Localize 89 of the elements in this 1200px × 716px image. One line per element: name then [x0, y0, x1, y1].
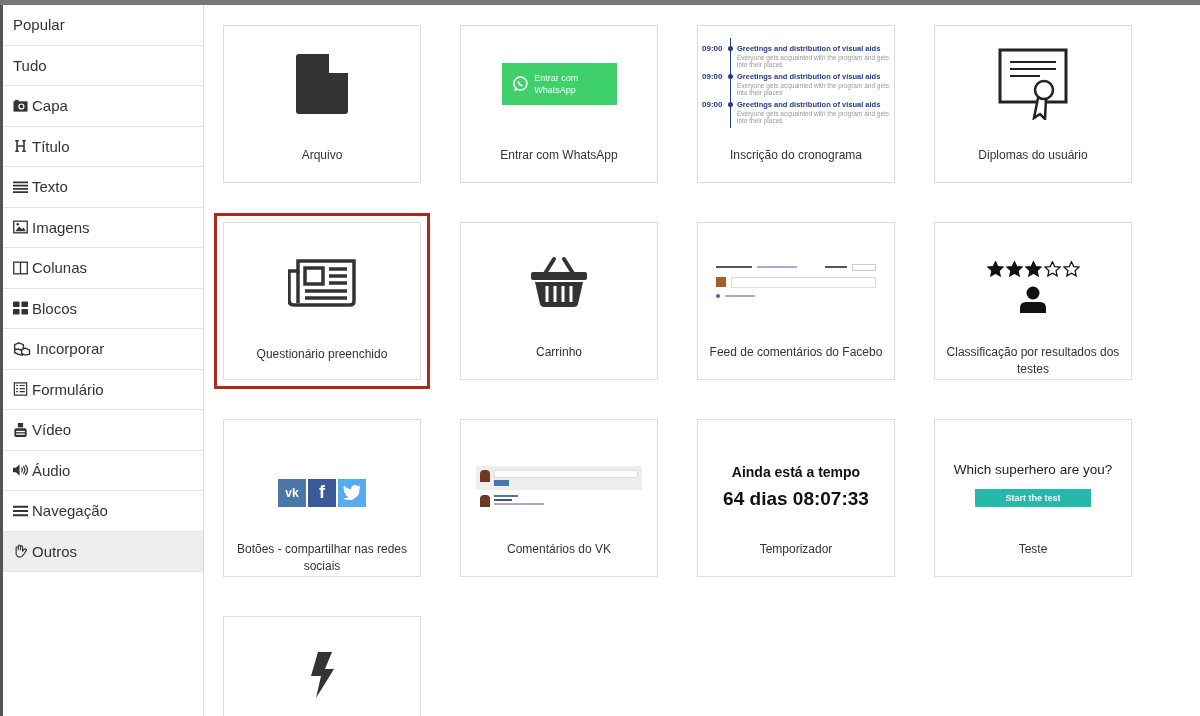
tile-label: Teste [1017, 541, 1049, 558]
sidebar-item-label: Blocos [32, 299, 78, 317]
filled-star-icon [1005, 260, 1023, 277]
columns-icon [13, 260, 28, 275]
sidebar-item[interactable]: Título [3, 126, 203, 167]
tile-label: Comentários do VK [505, 541, 613, 558]
sidebar-item-label: Capa [32, 97, 68, 115]
filled-star-icon [1024, 260, 1042, 277]
tile-label: Inscrição do cronograma [728, 147, 864, 164]
timeline-time: 09:00 [702, 99, 724, 109]
cubes-icon [13, 341, 32, 356]
sidebar-item[interactable]: Navegação [3, 491, 203, 532]
filled-star-icon [986, 260, 1004, 277]
sidebar-item[interactable]: Tudo [3, 45, 203, 86]
quiz-question: Which superhero are you? [953, 462, 1113, 477]
sidebar-item-label: Texto [32, 178, 68, 196]
start-test-button: Start the test [975, 489, 1091, 507]
sidebar-item[interactable]: Blocos [3, 288, 203, 329]
timeline-dot [728, 73, 733, 79]
block-tile[interactable]: Diplomas do usuário [934, 25, 1132, 183]
timeline-time: 09:00 [702, 43, 724, 53]
block-tile[interactable]: Carrinho [460, 222, 658, 380]
sidebar-item-label: Outros [32, 542, 77, 560]
sidebar-item[interactable]: Capa [3, 86, 203, 127]
file-icon [296, 53, 348, 114]
tile-label: Feed de comentários do Facebo [708, 344, 884, 361]
timeline-dot [728, 45, 733, 51]
menu-icon [13, 503, 28, 518]
tile-label: Carrinho [535, 344, 583, 361]
sidebar-item[interactable]: Áudio [3, 450, 203, 491]
block-tile[interactable]: Which superhero are you? Start the test Teste [934, 419, 1132, 577]
newspaper-icon [288, 258, 356, 307]
sidebar-item-label: Popular [13, 16, 65, 34]
sidebar-item[interactable]: Incorporar [3, 329, 203, 370]
block-tile[interactable]: Comentários do VK [460, 419, 658, 577]
share-button: vk [278, 478, 306, 507]
tile-label: Temporizador [758, 541, 834, 558]
diploma-icon [998, 47, 1068, 120]
countdown: 64 dias 08:07:33 [723, 487, 869, 510]
bird-icon [343, 485, 361, 500]
block-tile[interactable]: vk f Botões - compartilhar nas redes sociais [223, 419, 421, 577]
block-tile[interactable]: Entrar com WhatsApp Entrar com WhatsApp [460, 25, 658, 183]
image-icon [13, 220, 28, 235]
sidebar-item[interactable]: Popular [3, 5, 203, 46]
sidebar-item-label: Colunas [32, 259, 88, 277]
camera-icon [13, 98, 28, 113]
sidebar-item-label: Imagens [32, 218, 90, 236]
timer-heading: Ainda está a tempo [731, 463, 861, 480]
tile-label: Diplomas do usuário [977, 147, 1089, 164]
sidebar-item[interactable]: Colunas [3, 248, 203, 289]
tile-label: Botões - compartilhar nas redes sociais [235, 541, 409, 575]
sidebar-item-label: Título [32, 137, 70, 155]
sidebar-item-label: Áudio [32, 461, 71, 479]
block-tile[interactable]: Questionário preenchido [214, 213, 430, 389]
block-tile[interactable]: Classificação por resultados dos testes [934, 222, 1132, 380]
sidebar-item-label: Tudo [13, 56, 47, 74]
timeline-dot [728, 101, 733, 107]
sidebar-item-label: Navegação [32, 502, 108, 520]
tile-label: Questionário preenchido [255, 346, 389, 363]
whatsapp-button: Entrar com WhatsApp [501, 62, 617, 105]
chat-bubble-icon [511, 74, 529, 93]
sidebar-item[interactable]: Texto [3, 167, 203, 208]
sidebar-item-label: Vídeo [32, 421, 72, 439]
form-icon [13, 382, 28, 397]
tile-label: Entrar com WhatsApp [499, 147, 619, 164]
empty-star-icon [1062, 260, 1080, 277]
tile-label: Classificação por resultados dos testes [945, 344, 1121, 378]
sidebar-item[interactable]: Vídeo [3, 410, 203, 451]
video-icon [13, 422, 28, 437]
sidebar-item[interactable]: Imagens [3, 207, 203, 248]
lightning-icon [309, 651, 335, 698]
heading-icon [13, 139, 28, 154]
sidebar-item[interactable]: Formulário [3, 369, 203, 410]
sidebar-item-label: Formulário [32, 380, 104, 398]
block-tile[interactable]: Feed de comentários do Facebo [697, 222, 895, 380]
text-lines-icon [13, 179, 28, 194]
speaker-icon [13, 463, 28, 478]
block-tile[interactable] [697, 25, 895, 183]
block-tile[interactable]: Arquivo [223, 25, 421, 183]
sidebar-item[interactable]: Outros [3, 531, 203, 572]
block-tile[interactable]: Ainda está a tempo 64 dias 08:07:33 Temporizador [697, 419, 895, 577]
share-button: f [308, 478, 336, 507]
basket-icon [530, 254, 588, 307]
tile-label: Arquivo [300, 147, 344, 164]
blocks-icon [13, 301, 28, 316]
timeline-time: 09:00 [702, 71, 724, 81]
user-icon [1019, 284, 1047, 313]
sidebar-item-label: Incorporar [36, 340, 105, 358]
hand-icon [13, 544, 28, 559]
